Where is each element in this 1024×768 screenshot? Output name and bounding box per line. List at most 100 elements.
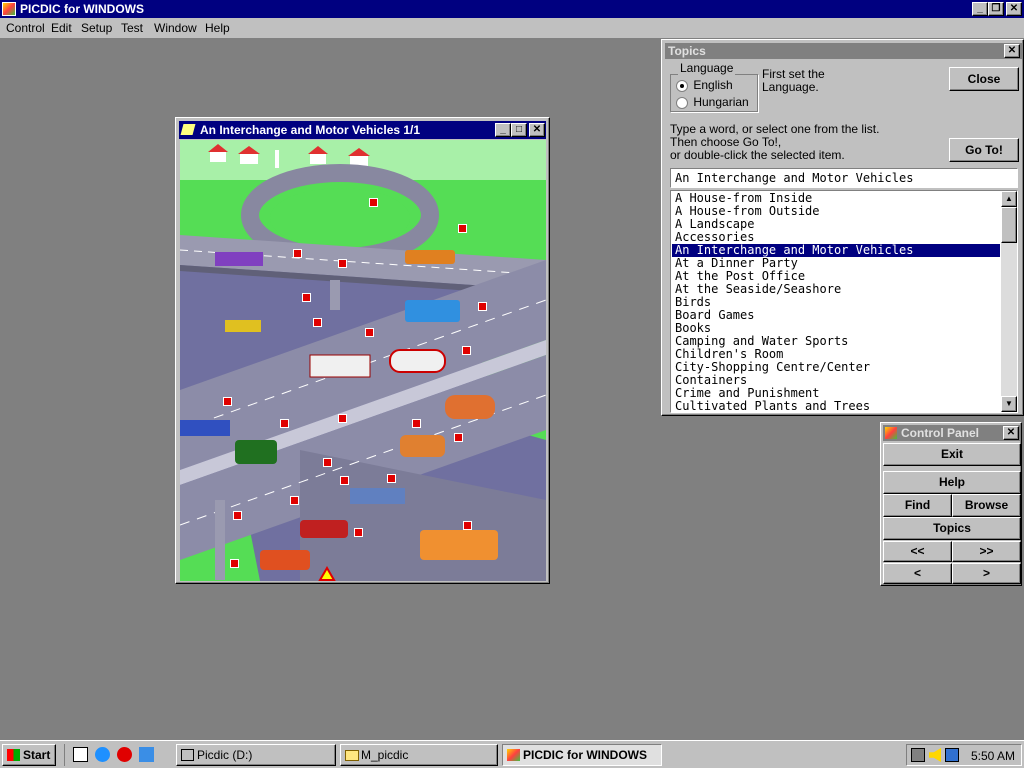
hotspot-marker[interactable] — [354, 528, 363, 537]
volume-icon[interactable] — [929, 748, 941, 762]
topics-window: Topics ✕ Language English Hungarian Firs… — [661, 39, 1024, 416]
list-item[interactable]: Cultivated Plants and Trees — [672, 400, 1000, 413]
task-m-picdic[interactable]: M_picdic — [340, 744, 498, 766]
hotspot-marker[interactable] — [463, 521, 472, 530]
list-item[interactable]: Board Games — [672, 309, 1000, 322]
network-icon[interactable] — [911, 748, 925, 762]
task-label: Picdic (D:) — [197, 748, 253, 762]
task-picdic-windows[interactable]: PICDIC for WINDOWS — [502, 744, 662, 766]
topic-search-value: An Interchange and Motor Vehicles — [675, 171, 914, 185]
hotspot-marker[interactable] — [369, 198, 378, 207]
last-page-button[interactable]: >> — [952, 541, 1021, 562]
menu-setup[interactable]: Setup — [81, 21, 112, 35]
system-tray: 5:50 AM — [906, 744, 1022, 766]
hotspot-marker[interactable] — [338, 259, 347, 268]
language-hint: First set the Language. — [762, 67, 825, 94]
hotspot-marker[interactable] — [412, 419, 421, 428]
radio-hungarian[interactable]: Hungarian — [676, 95, 749, 109]
browse-button[interactable]: Browse — [952, 494, 1021, 517]
hotspot-marker[interactable] — [293, 249, 302, 258]
find-button[interactable]: Find — [883, 494, 952, 517]
topics-title: Topics — [668, 44, 706, 58]
channels-icon[interactable] — [139, 747, 154, 762]
app-title: PICDIC for WINDOWS — [20, 2, 144, 16]
last-page-label: >> — [979, 544, 994, 558]
help-button[interactable]: Help — [883, 471, 1021, 494]
start-label: Start — [23, 748, 51, 762]
picture-close-button[interactable]: ✕ — [529, 123, 545, 137]
minimize-button[interactable]: _ — [972, 2, 988, 16]
scroll-down-button[interactable]: ▼ — [1001, 396, 1017, 412]
browser-icon[interactable] — [95, 747, 110, 762]
close-button[interactable]: ✕ — [1006, 2, 1022, 16]
next-page-label: > — [982, 566, 990, 580]
topics-title-bar[interactable]: Topics ✕ — [665, 43, 1022, 59]
hotspot-marker[interactable] — [365, 328, 374, 337]
restore-button[interactable]: ❐ — [988, 2, 1004, 16]
menu-test[interactable]: Test — [121, 21, 143, 35]
help-button-label: Help — [938, 475, 965, 489]
hotspot-marker[interactable] — [387, 474, 396, 483]
list-item[interactable]: At the Seaside/Seashore — [672, 283, 1000, 296]
task-label: M_picdic — [361, 748, 409, 762]
scroll-up-button[interactable]: ▲ — [1001, 191, 1017, 207]
topics-instructions: Type a word, or select one from the list… — [670, 123, 879, 162]
previous-page-button[interactable]: < — [883, 563, 952, 584]
desktop-shortcut-icon[interactable] — [73, 747, 88, 762]
radio-english[interactable]: English — [676, 78, 733, 92]
windows-logo-icon — [7, 749, 20, 761]
menu-window[interactable]: Window — [154, 21, 197, 35]
topics-button[interactable]: Topics — [883, 517, 1021, 540]
hotspot-marker[interactable] — [462, 346, 471, 355]
hotspot-marker[interactable] — [454, 433, 463, 442]
picture-maximize-button[interactable]: □ — [511, 123, 527, 137]
task-label: PICDIC for WINDOWS — [523, 748, 647, 762]
interchange-illustration[interactable] — [180, 140, 546, 581]
hotspot-marker[interactable] — [280, 419, 289, 428]
picture-window-icon — [180, 124, 196, 135]
language-group-label: Language — [678, 61, 736, 75]
browse-button-label: Browse — [964, 498, 1009, 512]
menu-help[interactable]: Help — [205, 21, 230, 35]
radio-hungarian-label: Hungarian — [693, 95, 749, 109]
display-icon[interactable] — [945, 748, 959, 762]
hotspot-marker[interactable] — [458, 224, 467, 233]
quick-launch-bar — [64, 744, 165, 766]
task-picdic-drive[interactable]: Picdic (D:) — [176, 744, 336, 766]
hotspot-marker[interactable] — [233, 511, 242, 520]
picture-minimize-button[interactable]: _ — [495, 123, 511, 137]
exit-button-label: Exit — [940, 447, 963, 461]
previous-page-label: < — [913, 566, 921, 580]
menu-control[interactable]: Control — [6, 21, 45, 35]
goto-button[interactable]: Go To! — [949, 138, 1019, 162]
exit-button[interactable]: Exit — [883, 443, 1021, 466]
opera-icon[interactable] — [117, 747, 132, 762]
hotspot-marker[interactable] — [302, 293, 311, 302]
topics-scrollbar[interactable]: ▲ ▼ — [1001, 191, 1017, 412]
topics-listbox[interactable]: A House-from Inside A House-from Outside… — [670, 190, 1018, 413]
folder-icon — [345, 750, 359, 761]
hotspot-marker[interactable] — [313, 318, 322, 327]
hotspot-marker[interactable] — [323, 458, 332, 467]
hotspot-marker[interactable] — [230, 559, 239, 568]
menu-bar: Control Edit Setup Test Window Help — [0, 18, 1024, 39]
next-page-button[interactable]: > — [952, 563, 1021, 584]
topic-search-input[interactable]: An Interchange and Motor Vehicles — [670, 168, 1018, 188]
hotspot-marker[interactable] — [338, 414, 347, 423]
hotspot-marker[interactable] — [290, 496, 299, 505]
menu-edit[interactable]: Edit — [51, 21, 72, 35]
hotspot-marker[interactable] — [223, 397, 232, 406]
topics-close-icon[interactable]: ✕ — [1004, 44, 1020, 58]
control-panel-close-icon[interactable]: ✕ — [1003, 426, 1019, 440]
start-button[interactable]: Start — [2, 744, 56, 766]
topics-close-button[interactable]: Close — [949, 67, 1019, 91]
scroll-thumb[interactable] — [1001, 207, 1017, 243]
hotspot-marker[interactable] — [340, 476, 349, 485]
control-panel-title-bar[interactable]: Control Panel ✕ — [883, 425, 1020, 441]
first-page-button[interactable]: << — [883, 541, 952, 562]
hotspot-marker[interactable] — [478, 302, 487, 311]
find-button-label: Find — [904, 498, 931, 512]
picture-window-title-bar[interactable]: An Interchange and Motor Vehicles 1/1 _ … — [179, 121, 546, 139]
app-title-bar[interactable]: PICDIC for WINDOWS _ ❐ ✕ — [0, 0, 1024, 18]
topics-close-button-label: Close — [967, 72, 1001, 86]
